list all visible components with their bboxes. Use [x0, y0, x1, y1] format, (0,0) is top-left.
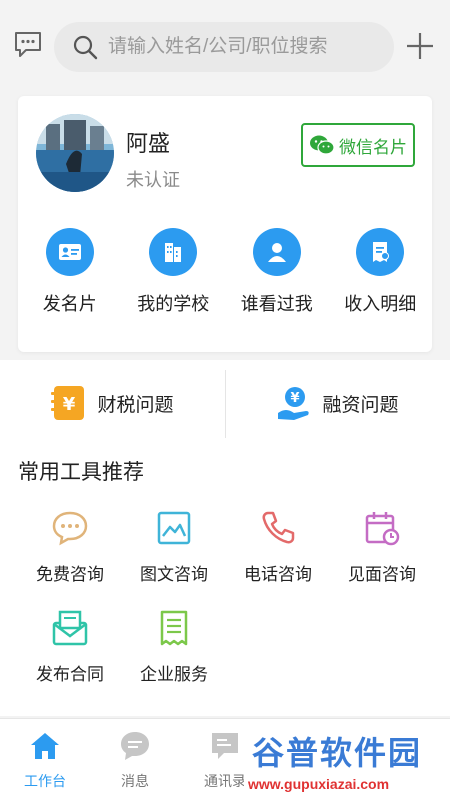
- contacts-icon: [212, 733, 238, 759]
- plus-icon[interactable]: [404, 30, 436, 62]
- tool-label: 电话咨询: [244, 565, 312, 584]
- quick-action-who-viewed[interactable]: 谁看过我: [225, 228, 329, 316]
- search-icon: [73, 35, 98, 60]
- tool-enterprise-service[interactable]: 企业服务: [122, 608, 226, 685]
- profile-card: 阿盛 未认证 微信名片 发名片 我的学校 谁看过我 收入明细: [18, 96, 432, 352]
- finance-icon: ¥: [278, 387, 310, 420]
- business-card-icon: [45, 228, 94, 276]
- user-name: 阿盛: [126, 131, 171, 156]
- tool-label: 图文咨询: [140, 565, 208, 584]
- document-icon: [160, 610, 188, 646]
- divider: [225, 370, 226, 438]
- tools-section: 常用工具推荐 免费咨询 图文咨询 电话咨询 见面咨询 发布合同 企业服务: [0, 446, 450, 716]
- quick-action-label: 我的学校: [137, 294, 210, 314]
- tax-question-button[interactable]: ¥ 财税问题: [0, 360, 225, 446]
- chat-icon: [121, 732, 149, 760]
- wechat-card-label: 微信名片: [339, 137, 407, 157]
- user-icon: [252, 228, 301, 276]
- watermark-logo: 谷普软件园 www.gupuxiazai.com: [244, 726, 448, 798]
- home-icon: [31, 733, 59, 759]
- finance-question-button[interactable]: ¥ 融资问题: [225, 360, 450, 446]
- top-bar: [0, 0, 450, 88]
- consult-row: ¥ 财税问题 ¥ 融资问题: [0, 360, 450, 446]
- quick-actions: 发名片 我的学校 谁看过我 收入明细: [18, 228, 432, 316]
- search-bar[interactable]: [54, 22, 394, 72]
- building-icon: [149, 228, 198, 276]
- quick-action-income[interactable]: 收入明细: [329, 228, 433, 316]
- tool-image-consult[interactable]: 图文咨询: [122, 508, 226, 585]
- contract-mail-icon: [52, 610, 88, 646]
- consult-label: 融资问题: [322, 394, 399, 416]
- search-input[interactable]: [108, 36, 368, 58]
- verification-status: 未认证: [126, 170, 180, 190]
- tab-label: 工作台: [24, 773, 66, 789]
- image-icon: [157, 511, 191, 545]
- tool-meeting-consult[interactable]: 见面咨询: [330, 508, 434, 585]
- tool-label: 见面咨询: [348, 565, 416, 584]
- phone-icon: [262, 511, 295, 544]
- quick-action-label: 发名片: [42, 294, 97, 314]
- tool-label: 发布合同: [36, 665, 104, 684]
- svg-text:¥: ¥: [291, 391, 300, 406]
- quick-action-label: 谁看过我: [240, 294, 313, 314]
- consult-label: 财税问题: [97, 394, 174, 416]
- watermark-text: 谷普软件园: [252, 735, 423, 771]
- tab-label: 消息: [121, 773, 149, 789]
- tab-workbench[interactable]: 工作台: [0, 719, 90, 800]
- tool-publish-contract[interactable]: 发布合同: [18, 608, 122, 685]
- tool-label: 免费咨询: [36, 565, 104, 584]
- wechat-icon: [310, 135, 335, 155]
- quick-action-my-school[interactable]: 我的学校: [122, 228, 226, 316]
- avatar[interactable]: [36, 114, 114, 192]
- tool-label: 企业服务: [140, 665, 208, 684]
- tool-phone-consult[interactable]: 电话咨询: [226, 508, 330, 585]
- section-title: 常用工具推荐: [18, 461, 144, 484]
- svg-text:¥: ¥: [63, 394, 76, 415]
- calendar-icon: [365, 512, 400, 546]
- tool-free-consult[interactable]: 免费咨询: [18, 508, 122, 585]
- bill-icon: [356, 228, 405, 276]
- tax-icon: ¥: [51, 386, 85, 420]
- chat-bubble-icon: [52, 511, 88, 546]
- watermark-url: www.gupuxiazai.com: [248, 776, 390, 792]
- tab-label: 通讯录: [204, 773, 246, 789]
- quick-action-send-card[interactable]: 发名片: [18, 228, 122, 316]
- quick-action-label: 收入明细: [344, 294, 417, 314]
- message-icon[interactable]: [12, 28, 44, 60]
- wechat-card-button[interactable]: 微信名片: [301, 123, 415, 167]
- tab-messages[interactable]: 消息: [90, 719, 180, 800]
